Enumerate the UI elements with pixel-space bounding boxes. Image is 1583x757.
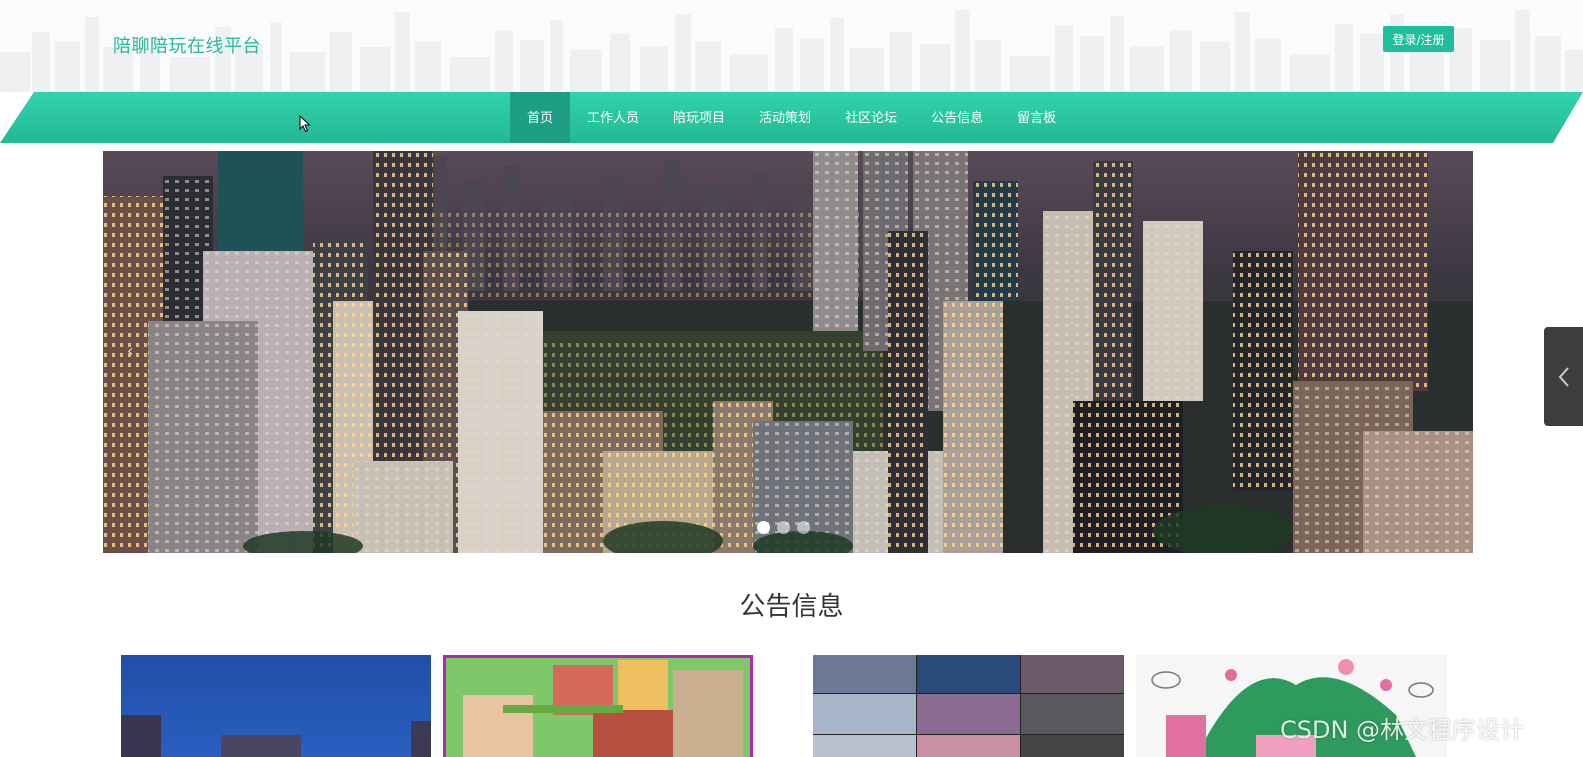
main-nav: 首页 工作人员 陪玩项目 活动策划 社区论坛 公告信息 留言板 [0, 92, 1583, 143]
chevron-left-icon [1558, 366, 1569, 387]
side-panel-toggle[interactable] [1544, 327, 1583, 426]
announcement-thumbnail [443, 655, 753, 757]
nav-item-home[interactable]: 首页 [510, 92, 571, 143]
carousel-indicators [757, 521, 810, 534]
city-night-banner-image [103, 151, 1473, 553]
nav-item-forum[interactable]: 社区论坛 [828, 92, 914, 143]
watermark-text: CSDN @林文程序设计 [1280, 716, 1525, 744]
nav-item-projects[interactable]: 陪玩项目 [656, 92, 742, 143]
announcement-card[interactable] [813, 655, 1124, 757]
banner-prev-arrow[interactable]: ‹ [127, 341, 133, 360]
nav-item-message-board[interactable]: 留言板 [1000, 92, 1073, 143]
announcement-thumbnail [121, 655, 431, 757]
nav-item-announcements[interactable]: 公告信息 [914, 92, 1000, 143]
nav-item-activities[interactable]: 活动策划 [742, 92, 828, 143]
carousel-dot-2[interactable] [777, 521, 790, 534]
carousel-dot-1[interactable] [757, 521, 770, 534]
section-title-announcements: 公告信息 [739, 592, 844, 622]
nav-item-staff[interactable]: 工作人员 [570, 92, 656, 143]
site-header: 陪聊陪玩在线平台 登录/注册 [0, 0, 1583, 92]
carousel-dot-3[interactable] [797, 521, 810, 534]
announcement-card[interactable] [121, 655, 431, 757]
site-title[interactable]: 陪聊陪玩在线平台 [113, 32, 261, 58]
announcement-thumbnail [813, 655, 1124, 757]
banner-carousel[interactable]: ‹ [103, 151, 1473, 553]
mouse-cursor-icon [299, 115, 311, 133]
login-register-button[interactable]: 登录/注册 [1383, 26, 1454, 52]
announcement-card[interactable] [443, 655, 753, 757]
